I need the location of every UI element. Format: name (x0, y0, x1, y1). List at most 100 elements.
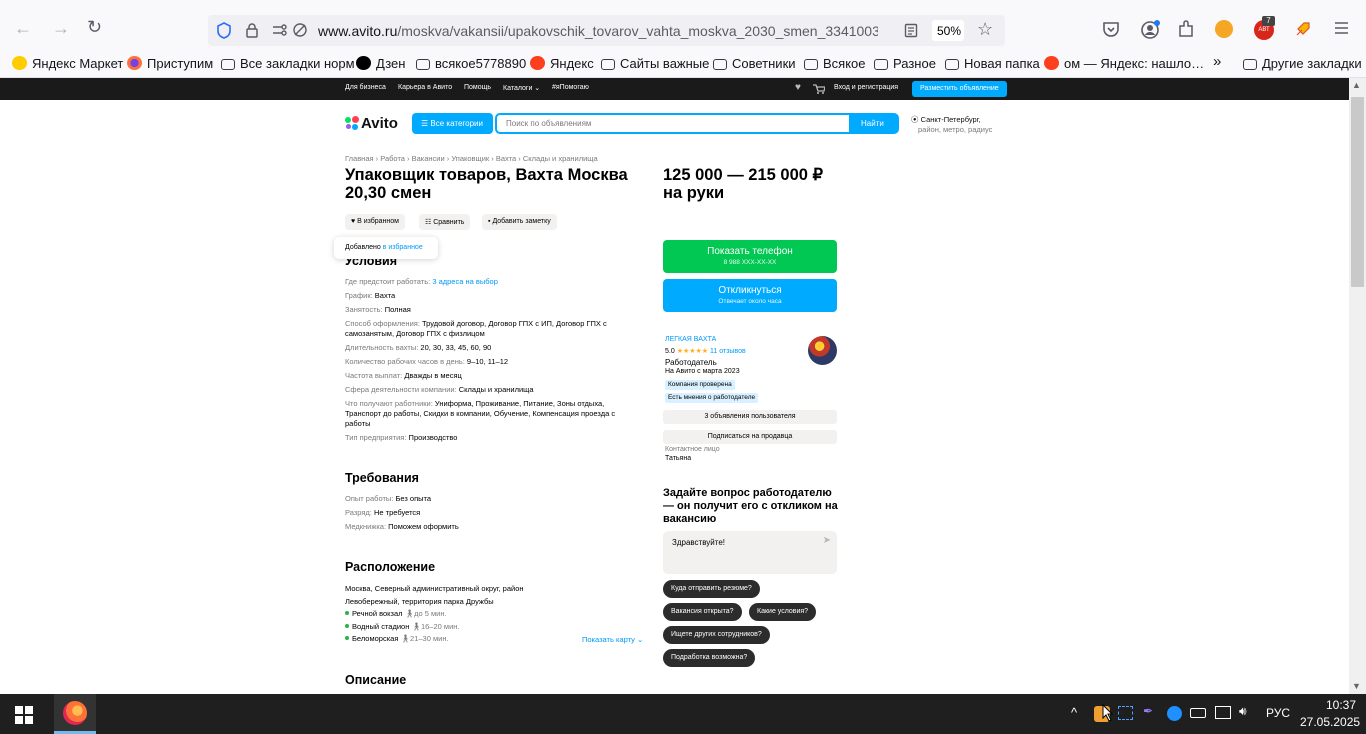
tray-blue-app-icon[interactable] (1167, 706, 1182, 721)
bookmark-vsyakoe5778890[interactable]: всякое5778890 (416, 56, 526, 71)
reader-view-icon[interactable] (904, 23, 918, 38)
taskbar-firefox[interactable] (54, 694, 96, 734)
scrollbar-thumb[interactable] (1351, 97, 1364, 287)
question-chip[interactable]: Ищете других сотрудников? (663, 626, 770, 644)
question-chip[interactable]: Подработка возможна? (663, 649, 756, 667)
requirement-row: Разряд: Не требуется (345, 508, 421, 517)
heart-icon[interactable]: ♥ (795, 82, 801, 93)
input-language[interactable]: РУС (1266, 706, 1290, 720)
respond-button[interactable]: Откликнуться Отвечает около часа (663, 279, 837, 312)
favorites-link[interactable]: в избранное (383, 244, 423, 251)
bookmark-all-bookmarks[interactable]: Все закладки норм (221, 56, 355, 71)
show-phone-button[interactable]: Показать телефон 8 988 XXX-XX-XX (663, 240, 837, 273)
condition-row: Частота выплат: Дважды в месяц (345, 371, 462, 380)
location-heading: Расположение (345, 560, 436, 574)
login-link[interactable]: Вход и регистрация (834, 84, 898, 91)
screenshot-tool-icon[interactable] (1118, 706, 1133, 720)
scroll-down-icon[interactable]: ▼ (1352, 681, 1361, 691)
favorite-button[interactable]: ♥ В избранном (345, 214, 405, 230)
extensions-icon[interactable] (1177, 20, 1195, 39)
avito-top-bar: Для бизнеса Карьера в Авито Помощь Катал… (0, 78, 1349, 100)
windows-start-icon[interactable] (15, 706, 33, 724)
address-line: Левобережный, территория парка Дружбы (345, 597, 494, 606)
tracking-blocked-icon[interactable] (292, 22, 308, 38)
yandex-icon (1044, 56, 1059, 70)
bookmark-star-icon[interactable]: ☆ (977, 19, 993, 40)
add-note-button[interactable]: ▪ Добавить заметку (482, 214, 557, 230)
back-icon[interactable]: ← (14, 18, 32, 39)
volume-icon[interactable]: 🔊︎ (1239, 704, 1247, 719)
permissions-icon[interactable] (272, 23, 288, 37)
addresses-link[interactable]: 3 адреса на выбор (432, 277, 498, 286)
rating-stars: ★★★★★ (676, 348, 709, 355)
link-career[interactable]: Карьера в Авито (398, 84, 452, 91)
pen-icon[interactable]: ✒ (1143, 704, 1153, 718)
reviews-badge[interactable]: Есть мнения о работодателе (665, 393, 759, 403)
reviews-link[interactable]: 11 отзывов (710, 348, 746, 355)
condition-row: Занятость: Полная (345, 305, 411, 314)
bookmark-other[interactable]: Другие закладки (1243, 56, 1362, 71)
bookmarks-bar: Яндекс Маркет Приступим Все закладки нор… (0, 50, 1366, 78)
more-bookmarks-icon[interactable]: » (1213, 53, 1221, 70)
post-ad-button[interactable]: Разместить объявление (912, 81, 1007, 97)
bookmark-yandex-market[interactable]: Яндекс Маркет (12, 56, 123, 71)
seller-avatar[interactable] (808, 336, 837, 365)
url-bar[interactable]: www.avito.ru/moskva/vakansii/upakovschik… (208, 15, 1005, 46)
compare-button[interactable]: ☷ Сравнить (419, 214, 471, 230)
show-map-link[interactable]: Показать карту ⌄ (582, 635, 643, 644)
bookmark-dzen[interactable]: Дзен (356, 56, 405, 71)
question-chip[interactable]: Куда отправить резюме? (663, 580, 760, 598)
folder-icon (945, 59, 959, 70)
bookmark-vsyakoe[interactable]: Всякое (804, 56, 866, 71)
url-text[interactable]: www.avito.ru/moskva/vakansii/upakovschik… (318, 23, 878, 39)
question-chip[interactable]: Вакансия открыта? (663, 603, 742, 621)
seller-name[interactable]: ЛЕГКАЯ ВАХТА (665, 336, 716, 343)
question-chip[interactable]: Какие условия? (749, 603, 817, 621)
pocket-icon[interactable] (1102, 21, 1120, 38)
firefox-icon (127, 56, 142, 70)
condition-row: Сфера деятельности компании: Склады и хр… (345, 385, 534, 394)
link-hashtag[interactable]: #яПомогаю (552, 84, 589, 91)
cart-icon[interactable] (813, 84, 825, 94)
forward-icon[interactable]: → (52, 18, 70, 39)
menu-icon[interactable] (1334, 21, 1349, 40)
extension-badge-icon[interactable] (1215, 20, 1233, 38)
bookmark-yandex-search[interactable]: ом — Яндекс: нашло… (1044, 56, 1204, 71)
scroll-up-icon[interactable]: ▲ (1352, 80, 1361, 90)
clock[interactable]: 10:37 27.05.2025 (1300, 698, 1360, 729)
question-input[interactable]: Здравствуйте! ➤ (663, 531, 837, 574)
seller-ads-button[interactable]: 3 объявления пользователя (663, 410, 837, 424)
network-icon[interactable] (1215, 706, 1231, 719)
search-button[interactable]: Найти (849, 115, 897, 132)
salary: 125 000 — 215 000 ₽ на руки (663, 166, 824, 202)
lock-icon[interactable] (245, 23, 259, 38)
link-catalogs[interactable]: Каталоги ⌄ (503, 84, 540, 92)
condition-row: Длительность вахты: 20, 30, 33, 45, 60, … (345, 343, 492, 352)
account-icon[interactable] (1140, 19, 1162, 41)
send-icon[interactable]: ➤ (823, 535, 831, 546)
link-for-business[interactable]: Для бизнеса (345, 84, 386, 91)
location-selector[interactable]: ⦿ Санкт-Петербург, район, метро, радиус (911, 115, 992, 135)
bookmark-yandex[interactable]: Яндекс (530, 56, 594, 71)
rocket-extension-icon[interactable] (1294, 20, 1312, 38)
metro-station: Речной вокзал 🚶︎до 5 мин. (345, 609, 447, 618)
bookmark-sovetniki[interactable]: Советники (713, 56, 796, 71)
zoom-indicator[interactable]: 50% (932, 20, 964, 41)
subscribe-button[interactable]: Подписаться на продавца (663, 430, 837, 444)
reload-icon[interactable]: ↻ (87, 17, 102, 38)
bookmark-pristupim[interactable]: Приступим (127, 56, 213, 71)
yandex-market-icon (12, 56, 27, 70)
battery-icon[interactable] (1190, 708, 1206, 718)
folder-icon (221, 59, 235, 70)
contact-label: Контактное лицо (665, 446, 720, 453)
avito-logo[interactable]: Avito (345, 115, 398, 132)
breadcrumb[interactable]: Главная › Работа › Вакансии › Упаковщик … (345, 154, 598, 163)
location-pin-icon: ⦿ (911, 115, 919, 124)
link-help[interactable]: Помощь (464, 84, 491, 91)
bookmark-important-sites[interactable]: Сайты важные (601, 56, 709, 71)
bookmark-raznoe[interactable]: Разное (874, 56, 936, 71)
bookmark-new-folder[interactable]: Новая папка (945, 56, 1040, 71)
search-input[interactable]: Поиск по объявлениям (506, 119, 591, 128)
all-categories-button[interactable]: ☰ Все категории (412, 113, 493, 134)
tray-expand-icon[interactable]: ^ (1071, 705, 1077, 720)
